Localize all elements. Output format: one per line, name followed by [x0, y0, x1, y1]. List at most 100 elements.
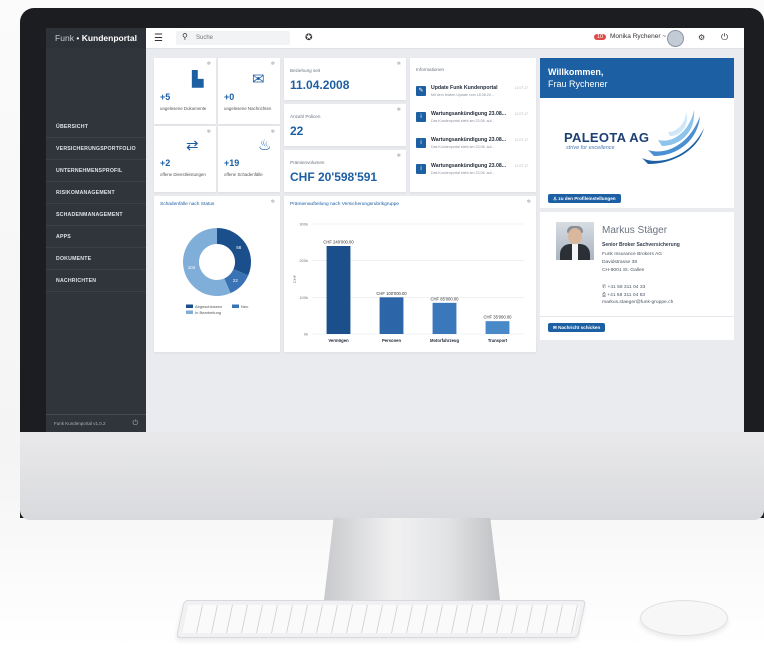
- bar: [485, 321, 510, 334]
- x-tick-label: Motorfahrzeug: [430, 338, 460, 343]
- gear-icon[interactable]: ✲: [271, 61, 275, 67]
- sidebar-item-schadenmanagement[interactable]: SCHADENMANAGEMENT: [46, 204, 146, 226]
- divider: [540, 316, 734, 317]
- stat-value: CHF 20'598'591: [290, 170, 378, 184]
- gear-icon[interactable]: ✲: [271, 129, 275, 135]
- profile-settings-label: zu den Profileinstellungen: [558, 196, 616, 201]
- sidebar: ÜBERSICHT VERSICHERUNGSPORTFOLIO UNTERNE…: [46, 48, 146, 432]
- logout-icon[interactable]: ⏻: [132, 415, 138, 432]
- legend-swatch: [186, 304, 193, 308]
- brand-logo[interactable]: Funk • Kundenportal: [46, 28, 146, 48]
- tile-messages[interactable]: ✲ ✉ +0 ungelesene Nachrichten: [218, 58, 280, 124]
- tile-label: offene Schadenfälle: [224, 172, 263, 177]
- broker-fax: ⎙ +41 58 311 04 83: [602, 292, 645, 298]
- settings-icon[interactable]: ✪: [305, 32, 313, 43]
- sidebar-item-nachrichten[interactable]: NACHRICHTEN: [46, 270, 146, 292]
- welcome-greeting: Willkommen,: [548, 67, 604, 77]
- notification-badge: 10: [594, 34, 607, 40]
- info-icon: i: [416, 164, 426, 174]
- bar-data-label: CHF 100'000.00: [376, 291, 407, 296]
- brand-separator: •: [76, 33, 80, 43]
- gear-icon[interactable]: ✲: [397, 61, 401, 67]
- cogs-icon[interactable]: ⚙: [698, 33, 705, 42]
- bar-data-label: CHF 85'000.00: [430, 296, 459, 301]
- profile-settings-button[interactable]: ♙ zu den Profileinstellungen: [548, 194, 621, 203]
- tile-services[interactable]: ✲ ⇄ +2 offene Dienstleistungen: [154, 126, 216, 192]
- info-item[interactable]: i Wartungsankündigung 23.08... Das Kunde…: [416, 162, 532, 184]
- broker-role: Senior Broker Sachversicherung: [602, 242, 680, 248]
- claims-status-card: ✲ Schadenfälle nach Status 58 22 104 Abgesc…: [154, 196, 280, 352]
- info-item-date: 12.07.17: [514, 112, 528, 116]
- info-title: Informationen: [416, 67, 445, 72]
- info-icon: i: [416, 138, 426, 148]
- gear-icon[interactable]: ✲: [207, 61, 211, 67]
- stat-relationship: ✲ Beziehung seit 11.04.2008: [284, 58, 406, 100]
- sidebar-item-apps[interactable]: APPS: [46, 226, 146, 248]
- stat-value: 11.04.2008: [290, 78, 350, 92]
- tile-claims[interactable]: ✲ ♨ +19 offene Schadenfälle: [218, 126, 280, 192]
- tile-value: +5: [160, 92, 171, 102]
- broker-phone-value: +41 58 311 04 33: [607, 285, 646, 290]
- info-item[interactable]: i Wartungsankündigung 23.08... Das Kunde…: [416, 110, 532, 132]
- send-message-button[interactable]: ✉ Nachricht schicken: [548, 323, 606, 332]
- y-tick-label: 300k: [299, 222, 308, 227]
- envelope-icon: ✉: [252, 71, 265, 88]
- legend-swatch: [186, 310, 193, 314]
- info-item-date: 12.07.17: [514, 86, 528, 90]
- pie-chart: 58 22 104 Abgeschlossen Neu In Bearbeitung: [182, 228, 251, 315]
- user-menu[interactable]: 10 Monika Rychener ~: [594, 33, 666, 40]
- pie-slice-label: 104: [188, 265, 196, 270]
- stat-label: Anzahl Policen: [290, 114, 321, 119]
- bar: [432, 302, 457, 334]
- version-label: Funk Kundenportal v1.0.2: [54, 421, 106, 426]
- info-panel: Informationen ✎ Update Funk Kundenportal…: [410, 58, 536, 192]
- pie-slice-label: 22: [233, 278, 239, 283]
- info-item-title: Update Funk Kundenportal: [431, 85, 498, 91]
- broker-street: Davidstrasse 38: [602, 260, 638, 265]
- stat-premium: ✲ Prämienvolumen CHF 20'598'591: [284, 150, 406, 192]
- brand-name-thin: Funk: [55, 33, 74, 43]
- info-item[interactable]: i Wartungsankündigung 23.08... Das Kunde…: [416, 136, 532, 158]
- welcome-card: Willkommen, Frau Rychener PALEOTA AG str…: [540, 58, 734, 208]
- info-item-date: 12.07.17: [514, 138, 528, 142]
- sidebar-item-versicherungsportfolio[interactable]: VERSICHERUNGSPORTFOLIO: [46, 138, 146, 160]
- company-slogan: strive for excellence: [566, 145, 615, 151]
- info-item-subtitle: Das Kundenportal steht am 23.08. auf...: [431, 145, 495, 149]
- mouse: [640, 600, 728, 636]
- search-input[interactable]: ⚲ Suche: [176, 31, 290, 45]
- broker-name: Markus Stäger: [602, 225, 668, 236]
- info-item-title: Wartungsankündigung 23.08...: [431, 111, 507, 117]
- gear-icon[interactable]: ✲: [207, 129, 211, 135]
- y-axis-label: CHF: [292, 274, 297, 283]
- broker-fax-value: +41 58 311 04 83: [607, 293, 646, 298]
- brand-name-bold: Kundenportal: [81, 33, 137, 43]
- info-item-subtitle: Das Kundenportal steht am 23.08. auf...: [431, 171, 495, 175]
- gear-icon[interactable]: ✲: [397, 153, 401, 159]
- broker-photo: [556, 222, 594, 260]
- x-tick-label: Personen: [382, 338, 402, 343]
- sidebar-item-risikomanagement[interactable]: RISIKOMANAGEMENT: [46, 182, 146, 204]
- broker-phone[interactable]: ✆ +41 58 311 04 33: [602, 284, 645, 290]
- send-message-label: Nachricht schicken: [558, 325, 601, 330]
- broker-city: CH-9001 St. Gallen: [602, 268, 645, 273]
- gear-icon[interactable]: ✲: [397, 107, 401, 113]
- info-item[interactable]: ✎ Update Funk Kundenportal Mit dem letzt…: [416, 84, 532, 106]
- sidebar-item-dokumente[interactable]: DOKUMENTE: [46, 248, 146, 270]
- tile-documents[interactable]: ✲ ▙ +5 ungelesene Dokumente: [154, 58, 216, 124]
- welcome-name: Frau Rychener: [548, 79, 608, 89]
- monitor-stand: [323, 518, 501, 608]
- monitor-chin: [20, 432, 764, 520]
- sidebar-footer: Funk Kundenportal v1.0.2 ⏻: [46, 414, 146, 432]
- avatar[interactable]: [667, 30, 684, 47]
- menu-icon[interactable]: ☰: [154, 33, 163, 44]
- stat-label: Prämienvolumen: [290, 160, 325, 165]
- info-icon: i: [416, 112, 426, 122]
- info-item-title: Wartungsankündigung 23.08...: [431, 163, 507, 169]
- info-item-subtitle: Das Kundenportal steht am 23.08. auf...: [431, 119, 495, 123]
- broker-email[interactable]: markus.staeger@funk-gruppe.ch: [602, 300, 673, 305]
- sidebar-item-unternehmensprofil[interactable]: UNTERNEHMENSPROFIL: [46, 160, 146, 182]
- sidebar-item-uebersicht[interactable]: ÜBERSICHT: [46, 116, 146, 138]
- bar-data-label: CHF 35'000.00: [483, 315, 512, 320]
- power-icon[interactable]: ⏻: [721, 32, 728, 43]
- search-placeholder: Suche: [196, 35, 214, 41]
